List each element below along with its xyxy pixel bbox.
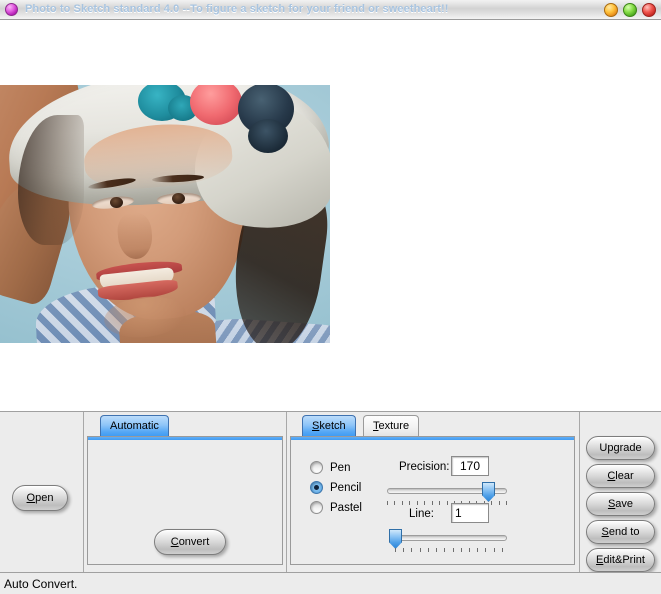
editprint-label-rest: dit&Print [603,554,645,566]
upgrade-label: Upgrade [599,442,642,454]
window-title: Photo to Sketch standard 4.0 --To figure… [25,3,449,15]
photo-pupil-left [110,197,123,208]
window-controls [604,3,656,17]
convert-accel: C [170,536,179,548]
radio-pen-label: Pen [330,461,351,474]
open-label-rest: pen [35,492,54,504]
tab-automatic[interactable]: Automatic [100,415,169,436]
status-bar: Auto Convert. [0,572,661,594]
status-text: Auto Convert. [4,576,78,591]
precision-slider-thumb[interactable] [482,482,495,502]
precision-slider-ticks [387,501,507,506]
image-canvas-area[interactable] [0,21,661,411]
radio-pastel-label: Pastel [330,501,362,514]
photo-pupil-right [172,193,185,204]
open-column: Open [0,412,84,572]
clear-label-rest: lear [615,470,634,482]
send-to-button[interactable]: Send to [586,520,655,544]
radio-pen-indicator[interactable] [310,461,323,474]
radio-pastel[interactable]: Pastel [310,501,362,514]
control-panel: Open Automatic Convert Sketch Texture Pe… [0,412,661,572]
radio-pencil-label: Pencil [330,481,362,494]
application-window: Photo to Sketch standard 4.0 --To figure… [0,0,661,594]
precision-label: Precision: [399,461,450,473]
tab-texture-label-rest: exture [378,420,410,432]
save-label-rest: ave [615,498,634,510]
radio-pencil-indicator[interactable] [310,481,323,494]
action-button-column: Upgrade Clear Save Send to Edit&Print [580,412,661,572]
tab-texture[interactable]: Texture [363,415,420,436]
sendto-label-rest: end to [608,526,640,538]
save-button[interactable]: Save [586,492,655,516]
sketch-tab-body: Pen Pencil Pastel Precision: 170 Line: 1 [290,436,575,565]
upgrade-button[interactable]: Upgrade [586,436,655,460]
convert-button[interactable]: Convert [154,529,226,555]
edit-print-button[interactable]: Edit&Print [586,548,655,572]
line-slider-track[interactable] [395,535,507,541]
line-slider-thumb[interactable] [389,529,402,549]
clear-button[interactable]: Clear [586,464,655,488]
minimize-icon[interactable] [604,3,618,17]
sendto-accel: S [601,526,609,538]
title-bar: Photo to Sketch standard 4.0 --To figure… [0,0,661,20]
radio-pastel-indicator[interactable] [310,501,323,514]
photo-flower-dark-small [248,119,288,153]
sketch-group: Sketch Texture Pen Pencil Pastel Precisi… [287,412,580,572]
line-slider[interactable] [387,529,507,553]
maximize-icon[interactable] [623,3,637,17]
line-slider-ticks [395,548,503,553]
app-circle-icon [5,3,18,16]
precision-value-field[interactable]: 170 [451,456,489,476]
radio-pencil[interactable]: Pencil [310,481,361,494]
line-value-field[interactable]: 1 [451,503,489,523]
automatic-tab-body: Convert [87,436,283,565]
open-button[interactable]: Open [12,485,68,511]
open-accel: O [26,492,36,504]
radio-pen[interactable]: Pen [310,461,350,474]
convert-label-rest: onvert [178,536,210,548]
tab-sketch[interactable]: Sketch [302,415,356,436]
source-photo[interactable] [0,85,330,343]
tab-automatic-label: Automatic [110,420,159,432]
tab-sketch-label-rest: ketch [319,420,346,432]
automatic-group: Automatic Convert [84,412,287,572]
close-icon[interactable] [642,3,656,17]
line-label: Line: [409,508,434,520]
precision-slider[interactable] [387,482,507,506]
